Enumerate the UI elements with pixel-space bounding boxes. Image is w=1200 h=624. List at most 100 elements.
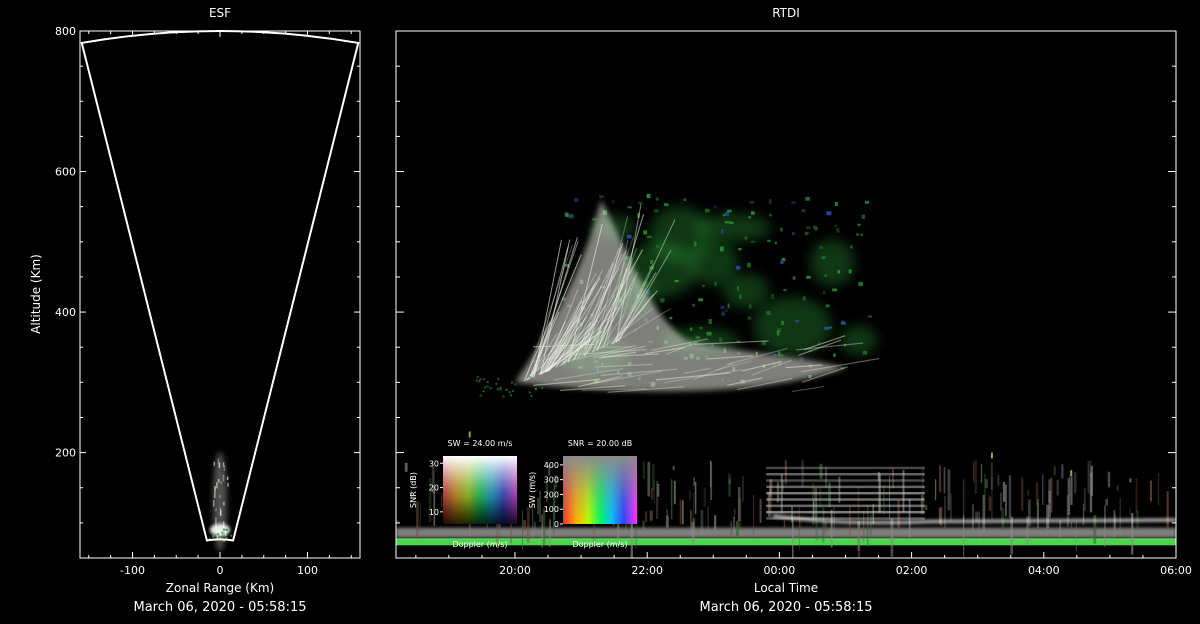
rtdi-layer-texture (521, 510, 523, 550)
rtdi-plume-speck (737, 286, 740, 291)
rtdi-plume-speck (646, 235, 652, 239)
rtdi-layer-texture (728, 473, 732, 497)
esf-echo-strand (216, 482, 218, 489)
rtdi-plume-streak (791, 385, 824, 393)
esf-echo-strand (219, 494, 221, 498)
rtdi-tail-speck (530, 394, 533, 397)
rtdi-plume-speck (792, 232, 795, 235)
rtdi-layer-texture (690, 509, 692, 535)
esf-echo-strand (212, 535, 214, 538)
esf-panel: ESF 200 400 600 800 -100 0 100 Zonal Range (K… (29, 6, 361, 615)
rtdi-layer-texture (440, 492, 443, 507)
legend-y-tick-label: 100 (544, 505, 559, 514)
rtdi-layer-texture (824, 521, 827, 533)
rtdi-layer-texture (934, 479, 937, 501)
rtdi-layer-texture (644, 511, 648, 523)
rtdi-plume-speck (720, 305, 725, 309)
rtdi-plume-cloud (840, 325, 878, 355)
rtdi-layer-texture (635, 522, 638, 550)
rtdi-layer-texture (1008, 475, 1012, 518)
rtdi-layer-texture (730, 521, 733, 536)
rtdi-plume-speck (750, 240, 756, 243)
rtdi-layer-texture (1067, 478, 1070, 516)
rtdi-layer-texture (396, 519, 400, 525)
esf-y-tick-label: 200 (55, 447, 76, 460)
rtdi-layer-texture (1028, 499, 1031, 527)
rtdi-plume-speck (744, 236, 748, 240)
rtdi-layer-texture (819, 463, 823, 480)
rtdi-plume-speck (781, 320, 784, 325)
rtdi-layer-texture (1135, 478, 1138, 514)
rtdi-layer-stripe (766, 485, 925, 489)
rtdi-layer-texture (943, 467, 946, 494)
esf-echo-strand (213, 492, 216, 499)
rtdi-tail-speck (528, 376, 531, 379)
rtdi-plume-speck (855, 233, 859, 236)
esf-y-ticks: 200 400 600 800 (55, 25, 360, 524)
rtdi-plume-speck (724, 220, 730, 224)
rtdi-plume-speck (861, 214, 866, 219)
legend-y-tick-label: 300 (544, 476, 559, 485)
rtdi-tail-speck (502, 395, 505, 398)
rtdi-plume-speck (750, 211, 755, 215)
rtdi-sporadic-mark (468, 431, 471, 438)
rtdi-layer-stripe (766, 504, 925, 508)
rtdi-plume-speck (738, 247, 742, 251)
rtdi-layer-texture (1104, 505, 1106, 547)
rtdi-layer-texture (692, 492, 694, 530)
rtdi-x-ticks: 20:00 22:00 00:00 02:00 04:00 06:00 (415, 552, 1192, 577)
rtdi-plume-speck (689, 327, 693, 331)
legend-doppler-snr-ylabel: SNR (dB) (409, 472, 418, 508)
rtdi-layer-texture (537, 497, 540, 515)
rtdi-plume-speck (727, 303, 730, 309)
rtdi-plume-speck (638, 201, 643, 205)
rtdi-plume-speck (719, 337, 723, 342)
rtdi-plume-speck (868, 315, 873, 318)
rtdi-layer-texture (759, 498, 762, 523)
rtdi-plume-speck (655, 244, 660, 248)
rtdi-layer-texture (950, 493, 952, 523)
rtdi-x-tick-label: 04:00 (1028, 564, 1060, 577)
rtdi-layer-texture (971, 504, 974, 530)
rtdi-plume-speck (720, 229, 724, 234)
rtdi-layer-texture (1129, 507, 1132, 516)
rtdi-y-ticks (396, 30, 1176, 524)
rtdi-plume-speck (774, 241, 777, 245)
rtdi-layer-texture (1084, 487, 1086, 511)
rtdi-layer-texture (988, 496, 992, 511)
rtdi-plume-speck (748, 216, 752, 219)
radar-scene: ESF 200400600800 -100 0 100 Zonal Range (K… (29, 6, 1192, 615)
legend-y-tick-label: 200 (544, 490, 559, 499)
rtdi-plume-speck (746, 262, 751, 268)
rtdi-layer-texture (938, 465, 942, 493)
rtdi-layer-texture (710, 461, 713, 501)
rtdi-plume-speck (736, 265, 741, 270)
rtdi-plume-speck (749, 201, 755, 204)
rtdi-layer-texture (947, 469, 951, 511)
rtdi-layer-texture (1056, 479, 1060, 496)
rtdi-plume-speck (828, 326, 832, 329)
rtdi-plume-speck (646, 193, 651, 199)
rtdi-layer-texture (707, 506, 709, 532)
esf-x-axis-label: Zonal Range (Km) (166, 581, 274, 595)
rtdi-layer-texture (1059, 520, 1062, 538)
rtdi-layer-texture (694, 481, 697, 514)
legend-doppler-sw-shade (563, 456, 637, 524)
rtdi-plume-speck (708, 318, 712, 324)
rtdi-plume-speck (714, 281, 717, 286)
esf-y-tick-label: 800 (55, 25, 76, 38)
rtdi-layer-stripe (766, 472, 925, 476)
esf-y-axis-label: Altitude (Km) (29, 254, 43, 334)
rtdi-layer-texture (549, 519, 551, 547)
rtdi-plume-speck (699, 326, 703, 330)
rtdi-tail-speck (534, 387, 537, 390)
rtdi-plume-speck (611, 200, 615, 204)
esf-echo-dot (225, 528, 228, 531)
rtdi-plume-speck (826, 211, 832, 216)
rtdi-layer-texture (944, 495, 946, 529)
rtdi-layer-texture (1070, 522, 1073, 529)
rtdi-layer-texture (733, 516, 735, 533)
rtdi-layer-texture (700, 510, 704, 536)
rtdi-layer-texture (737, 486, 741, 522)
legend-doppler-snr-y-ticks: 10 20 30 (429, 459, 443, 517)
